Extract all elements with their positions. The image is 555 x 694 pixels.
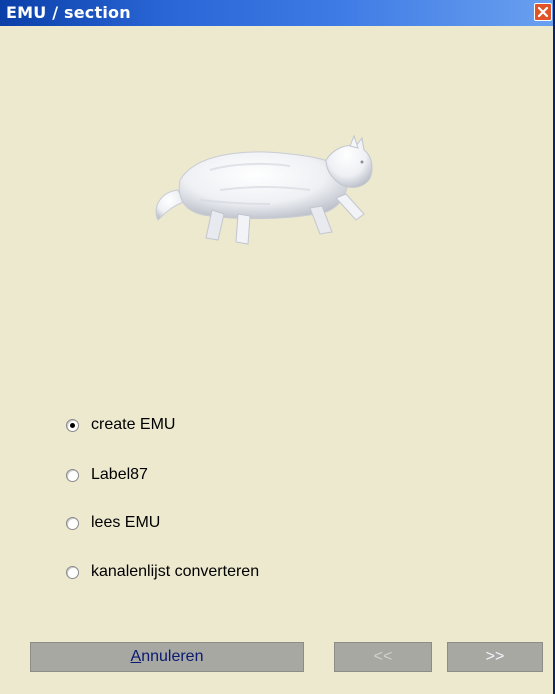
- next-button[interactable]: >>: [447, 642, 543, 672]
- emu-section-window: EMU / section create EMU Label87 lees EM…: [0, 0, 555, 694]
- radio-kanalenlijst-converteren[interactable]: [66, 565, 79, 579]
- cancel-label: nnuleren: [141, 648, 204, 665]
- radio-lees-emu[interactable]: [66, 516, 79, 530]
- cancel-access-key: A: [130, 648, 142, 665]
- radio-label87[interactable]: [66, 468, 79, 482]
- next-label: >>: [485, 648, 505, 665]
- close-button[interactable]: [534, 3, 552, 21]
- previous-label: <<: [373, 648, 393, 665]
- option-kanalenlijst-converteren[interactable]: kanalenlijst converteren: [66, 561, 259, 583]
- option-lees-emu[interactable]: lees EMU: [66, 512, 160, 534]
- close-icon: [538, 7, 548, 17]
- option-label: create EMU: [91, 416, 176, 433]
- previous-button[interactable]: <<: [334, 642, 432, 672]
- title-bar[interactable]: EMU / section: [0, 0, 553, 26]
- option-label87[interactable]: Label87: [66, 464, 148, 486]
- window-title: EMU / section: [6, 3, 131, 22]
- option-label: Label87: [91, 466, 148, 483]
- radio-create-emu[interactable]: [66, 418, 79, 432]
- cancel-button[interactable]: Annuleren: [30, 642, 304, 672]
- option-label: lees EMU: [91, 514, 161, 531]
- white-cat-icon: [155, 134, 373, 245]
- client-area: create EMU Label87 lees EMU kanalenlijst…: [0, 26, 553, 694]
- option-create-emu[interactable]: create EMU: [66, 414, 175, 436]
- option-label: kanalenlijst converteren: [91, 563, 260, 580]
